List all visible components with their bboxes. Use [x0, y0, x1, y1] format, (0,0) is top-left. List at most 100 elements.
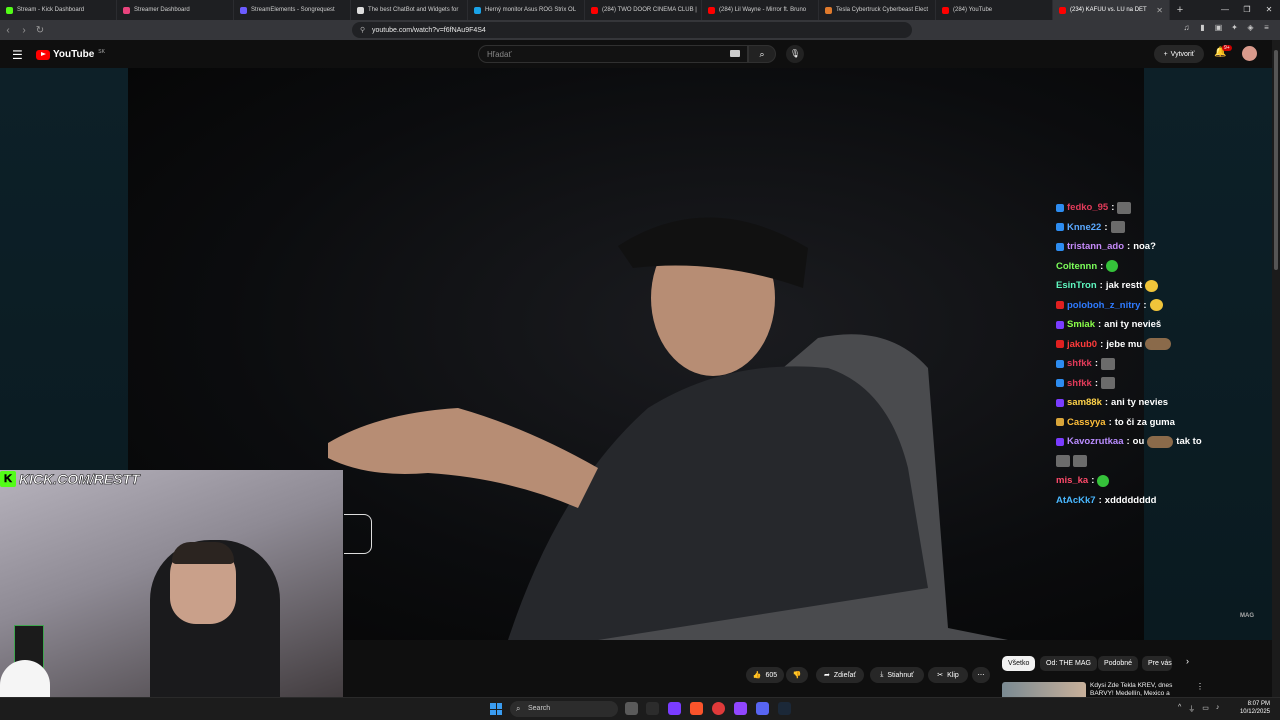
- chat-username: AtAcKk7: [1056, 494, 1096, 506]
- chat-separator: :: [1111, 202, 1115, 214]
- chat-message: [1056, 452, 1256, 472]
- chat-emote-icon: [1145, 279, 1159, 292]
- tab-label: (284) YouTube: [953, 7, 993, 13]
- browser-tab[interactable]: Stream - Kick Dashboard: [0, 0, 117, 20]
- chat-message: fedko_95 :: [1056, 198, 1256, 218]
- chat-separator: :: [1108, 416, 1112, 428]
- back-icon[interactable]: ‹: [0, 25, 16, 36]
- chat-text: noa?: [1133, 241, 1156, 253]
- chat-emote-icon: [1106, 260, 1119, 273]
- search-button[interactable]: ⌕: [748, 45, 776, 63]
- chat-username: jakub0: [1067, 338, 1098, 350]
- site-info-icon[interactable]: ⚲: [360, 26, 365, 34]
- browser-tab[interactable]: (284) YouTube: [936, 0, 1053, 20]
- voice-search-button[interactable]: 🎙: [786, 45, 804, 63]
- taskbar-clock[interactable]: 8:07 PM 10/12/2025: [1236, 700, 1270, 716]
- hamburger-menu-icon[interactable]: ☰: [12, 48, 23, 62]
- maximize-icon[interactable]: ❐: [1236, 0, 1258, 20]
- streamer-app-icon[interactable]: [734, 702, 747, 715]
- start-button[interactable]: [490, 703, 502, 715]
- thumbs-up-icon: 👍: [752, 672, 762, 679]
- chat-separator: :: [1127, 241, 1131, 253]
- forward-icon[interactable]: ›: [16, 25, 32, 36]
- overlay-bracket: [344, 514, 372, 554]
- avatar[interactable]: [1242, 46, 1257, 61]
- like-button[interactable]: 👍 605: [746, 667, 784, 683]
- page-scrollbar[interactable]: [1272, 40, 1280, 697]
- chat-badge-icon: [1056, 340, 1064, 349]
- extensions-area: ♫ ▮ ▣ ✦ ◈ ≡: [1181, 22, 1272, 33]
- address-bar[interactable]: ⚲ youtube.com/watch?v=f6fNAu9F4S4: [352, 22, 912, 38]
- chat-separator: :: [1098, 494, 1102, 506]
- usb-icon[interactable]: ⏚: [1188, 704, 1195, 714]
- browser-tab[interactable]: (284) TWO DOOR CINEMA CLUB |: [585, 0, 702, 20]
- download-label: Stiahnuť: [887, 671, 914, 679]
- app-icon[interactable]: [646, 702, 659, 715]
- minimize-icon[interactable]: —: [1214, 0, 1236, 20]
- youtube-logo[interactable]: YouTube SK: [36, 49, 105, 60]
- vpn-icon[interactable]: ◈: [1245, 22, 1256, 33]
- close-window-icon[interactable]: ✕: [1258, 0, 1280, 20]
- browser-tab[interactable]: Streamer Dashboard: [117, 0, 234, 20]
- obs-icon[interactable]: [712, 702, 725, 715]
- browser-tab[interactable]: The best ChatBot and Widgets for: [351, 0, 468, 20]
- scrollbar-thumb[interactable]: [1274, 50, 1278, 270]
- browser-tab[interactable]: Herný monitor Asus ROG Strix OL: [468, 0, 585, 20]
- network-icon[interactable]: ▭: [1202, 704, 1209, 714]
- download-button[interactable]: ⤓ Stiahnuť: [870, 667, 924, 683]
- dislike-button[interactable]: 👎: [786, 667, 808, 683]
- share-icon: ➦: [823, 672, 830, 679]
- taskbar-search[interactable]: ⌕ Search: [510, 701, 618, 717]
- clip-button[interactable]: ✂ Klip: [928, 667, 968, 683]
- music-icon[interactable]: ♫: [1181, 22, 1192, 33]
- browser-tab[interactable]: (234) KAFUU vs. LU na DET ✕: [1053, 0, 1170, 20]
- share-button[interactable]: ➦ Zdieľať: [816, 667, 864, 683]
- chip-from-channel[interactable]: Od: THE MAG: [1040, 656, 1097, 671]
- reload-icon[interactable]: ↻: [32, 25, 48, 36]
- sidebar-icon[interactable]: ▮: [1197, 22, 1208, 33]
- chip-for-you[interactable]: Pre vás: [1142, 656, 1172, 671]
- recommendation-title[interactable]: Kdysi Zde Tekla KREV, dnes BARVY! Medell…: [1090, 682, 1190, 697]
- chat-message: tristann_ado : noa?: [1056, 237, 1256, 257]
- file-explorer-icon[interactable]: [625, 702, 638, 715]
- chip-related[interactable]: Podobné: [1098, 656, 1139, 671]
- volume-icon[interactable]: ♪: [1216, 704, 1220, 714]
- chat-badge-icon: [1056, 320, 1064, 329]
- chevron-right-icon[interactable]: ›: [1186, 656, 1189, 666]
- close-tab-icon[interactable]: ✕: [1156, 6, 1163, 15]
- chat-emote-icon: [1101, 377, 1115, 390]
- chip-all[interactable]: Všetko: [1002, 656, 1036, 671]
- chat-badge-icon: [1056, 418, 1064, 427]
- chat-badge-icon: [1056, 203, 1064, 212]
- browser-tab[interactable]: (284) Lil Wayne - Mirror ft. Bruno: [702, 0, 819, 20]
- keyboard-icon[interactable]: [730, 50, 740, 57]
- more-actions-button[interactable]: ⋯: [972, 667, 990, 683]
- search-icon: ⌕: [516, 704, 521, 713]
- chat-emote-icon: [1056, 455, 1070, 468]
- steam-icon[interactable]: [778, 702, 791, 715]
- create-button[interactable]: + Vytvoriť: [1154, 45, 1204, 63]
- browser-tab[interactable]: Tesla Cybertruck Cyberbeast Elect: [819, 0, 936, 20]
- leo-icon[interactable]: ✦: [1229, 22, 1240, 33]
- twitch-icon[interactable]: [668, 702, 681, 715]
- menu-icon[interactable]: ≡: [1261, 22, 1272, 33]
- recommendation-thumbnail[interactable]: [1002, 682, 1086, 697]
- search-input[interactable]: Hľadať: [478, 45, 748, 63]
- chat-separator: :: [1143, 299, 1147, 311]
- recommendation-menu-icon[interactable]: ⋮: [1196, 682, 1204, 691]
- browser-tab[interactable]: StreamElements - Songrequest: [234, 0, 351, 20]
- discord-icon[interactable]: [756, 702, 769, 715]
- chat-emote-icon: [1073, 455, 1087, 468]
- clip-label: Klip: [947, 671, 959, 679]
- chat-username: Knne22: [1067, 221, 1102, 233]
- plus-icon: +: [1163, 50, 1168, 58]
- wallet-icon[interactable]: ▣: [1213, 22, 1224, 33]
- chat-emote-icon: [1149, 299, 1163, 312]
- chat-username: fedko_95: [1067, 202, 1109, 214]
- new-tab-button[interactable]: +: [1170, 4, 1190, 16]
- tab-label: (284) Lil Wayne - Mirror ft. Bruno: [719, 7, 807, 13]
- tab-label: The best ChatBot and Widgets for: [368, 7, 459, 13]
- tray-chevron-icon[interactable]: ^: [1178, 704, 1181, 714]
- youtube-logo-text: YouTube: [53, 49, 95, 60]
- brave-icon[interactable]: [690, 702, 703, 715]
